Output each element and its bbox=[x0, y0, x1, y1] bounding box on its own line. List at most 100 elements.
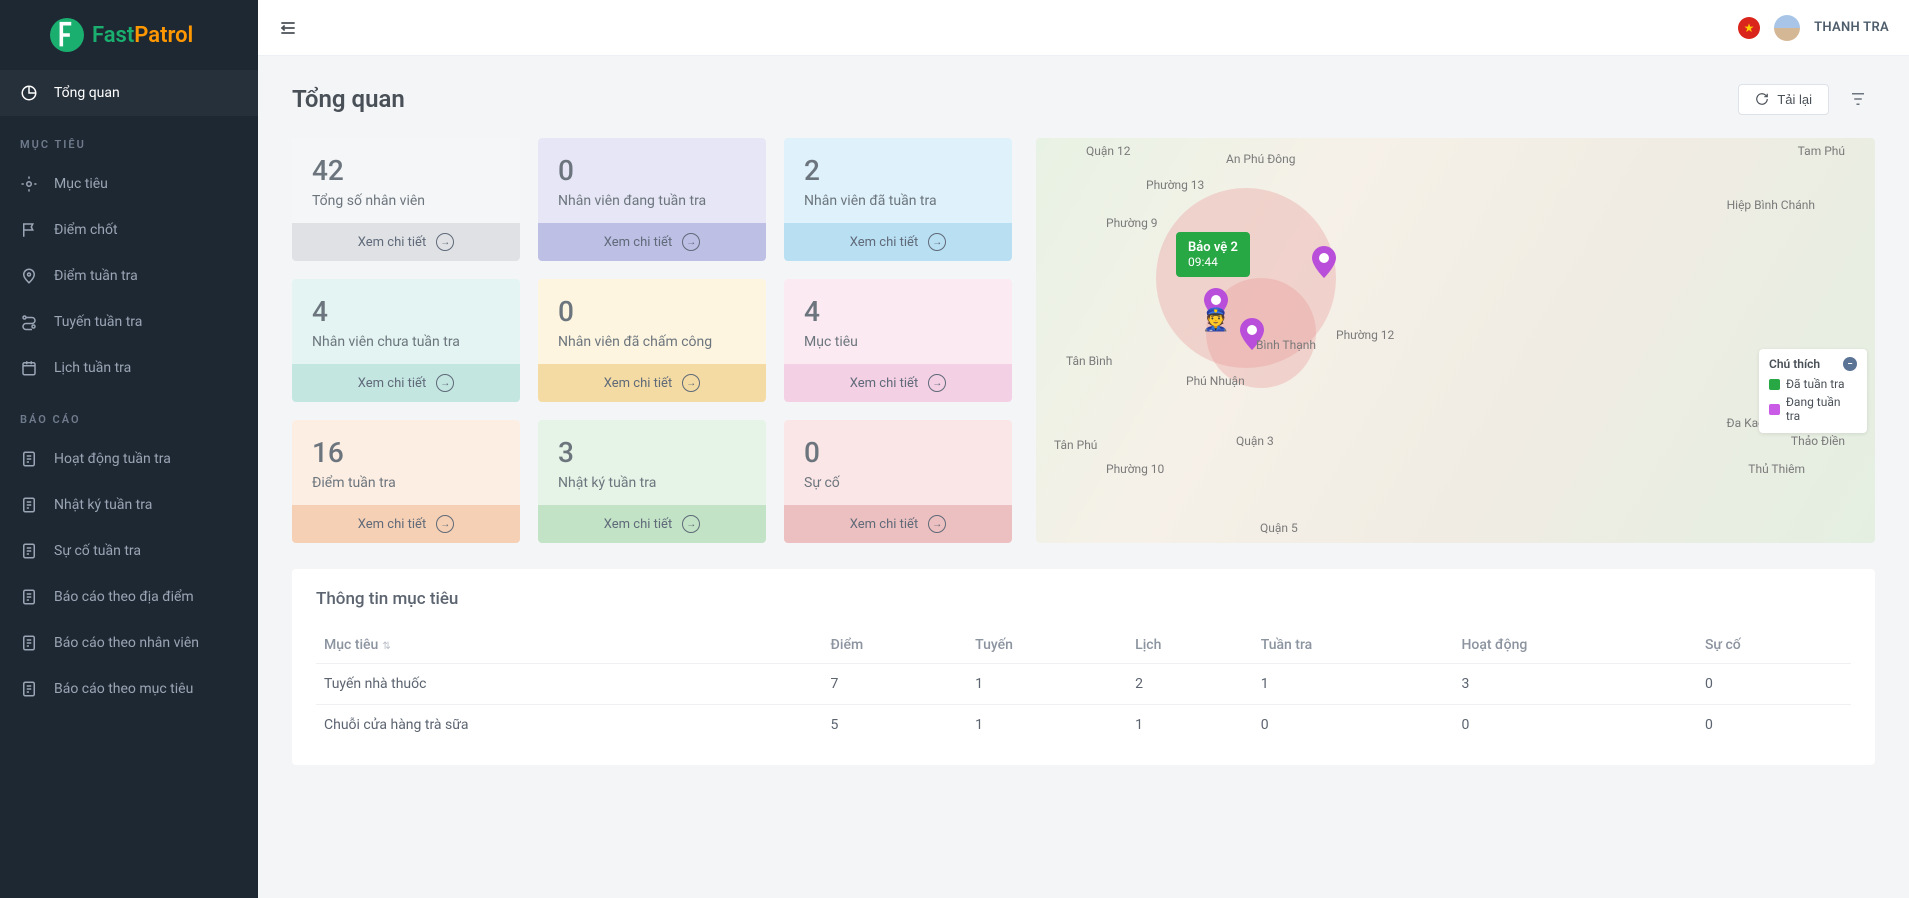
target-icon bbox=[20, 175, 38, 193]
locale-flag-icon[interactable]: ★ bbox=[1738, 17, 1760, 39]
table-cell: 0 bbox=[1253, 705, 1454, 746]
stat-detail-button[interactable]: Xem chi tiết→ bbox=[784, 223, 1012, 261]
report-icon bbox=[20, 542, 38, 560]
menu-toggle-icon[interactable] bbox=[278, 17, 300, 39]
brand-patrol: Patrol bbox=[134, 23, 193, 48]
stat-card: 0 Nhân viên đang tuần tra Xem chi tiết→ bbox=[538, 138, 766, 261]
stat-label: Mục tiêu bbox=[804, 334, 992, 350]
legend-collapse-icon[interactable]: − bbox=[1843, 357, 1857, 371]
nav-label: Lịch tuần tra bbox=[54, 360, 131, 376]
stat-label: Điểm tuần tra bbox=[312, 475, 500, 491]
nav-bcnhanvien[interactable]: Báo cáo theo nhân viên bbox=[0, 620, 258, 666]
section-title-reports: BÁO CÁO bbox=[0, 391, 258, 436]
targets-table-panel: Thông tin mục tiêu Mục tiêu⇅ĐiểmTuyếnLịc… bbox=[292, 569, 1875, 765]
stat-label: Nhân viên đang tuần tra bbox=[558, 193, 746, 209]
nav-muctieu[interactable]: Mục tiêu bbox=[0, 161, 258, 207]
table-cell: 3 bbox=[1453, 664, 1696, 705]
stat-cta-label: Xem chi tiết bbox=[604, 517, 672, 532]
sidebar: FastPatrol Tổng quan MỤC TIÊU Mục tiêu Đ… bbox=[0, 0, 258, 898]
map-label: Bình Thạnh bbox=[1256, 338, 1316, 352]
table-cell: 5 bbox=[823, 705, 968, 746]
map-label: An Phú Đông bbox=[1226, 152, 1295, 166]
col-label: Tuyến bbox=[975, 637, 1013, 653]
brand-fast: Fast bbox=[92, 23, 134, 48]
stat-value: 4 bbox=[804, 295, 992, 328]
nav-label: Điểm chốt bbox=[54, 222, 118, 238]
nav-label: Báo cáo theo mục tiêu bbox=[54, 681, 193, 697]
nav-nhatky[interactable]: Nhật ký tuần tra bbox=[0, 482, 258, 528]
arrow-right-icon: → bbox=[928, 374, 946, 392]
map-label: Tam Phú bbox=[1798, 144, 1845, 158]
user-name[interactable]: THANH TRA bbox=[1814, 20, 1889, 35]
stat-card: 4Nhân viên chưa tuần traXem chi tiết→ bbox=[292, 279, 520, 402]
map-label: Thủ Thiêm bbox=[1748, 462, 1805, 476]
map-label: Quận 5 bbox=[1260, 521, 1298, 535]
stat-detail-button[interactable]: Xem chi tiết→ bbox=[784, 505, 1012, 543]
map-label: Tân Bình bbox=[1066, 354, 1112, 368]
nav-label: Nhật ký tuần tra bbox=[54, 497, 152, 513]
col-label: Lịch bbox=[1135, 637, 1161, 653]
stat-value: 4 bbox=[312, 295, 500, 328]
table-header[interactable]: Điểm bbox=[823, 627, 968, 664]
stat-value: 0 bbox=[558, 154, 746, 187]
brand-mark-icon bbox=[50, 18, 84, 52]
stat-detail-button[interactable]: Xem chi tiết→ bbox=[292, 364, 520, 402]
table-header[interactable]: Sự cố bbox=[1697, 627, 1851, 664]
stat-card: 4 Mục tiêu Xem chi tiết→ bbox=[784, 279, 1012, 402]
nav-label: Hoạt động tuần tra bbox=[54, 451, 171, 467]
pin-icon bbox=[20, 267, 38, 285]
arrow-right-icon: → bbox=[928, 515, 946, 533]
stat-value: 0 bbox=[804, 436, 992, 469]
nav-lichtuantra[interactable]: Lịch tuần tra bbox=[0, 345, 258, 391]
table-header[interactable]: Lịch bbox=[1127, 627, 1253, 664]
nav-hoatdong[interactable]: Hoạt động tuần tra bbox=[0, 436, 258, 482]
nav-diemtuantra[interactable]: Điểm tuần tra bbox=[0, 253, 258, 299]
table-header[interactable]: Hoạt động bbox=[1453, 627, 1696, 664]
route-icon bbox=[20, 313, 38, 331]
stat-detail-button[interactable]: Xem chi tiết→ bbox=[292, 223, 520, 261]
stat-detail-button[interactable]: Xem chi tiết→ bbox=[292, 505, 520, 543]
table-header[interactable]: Mục tiêu⇅ bbox=[316, 627, 823, 664]
stat-detail-button[interactable]: Xem chi tiết→ bbox=[784, 364, 1012, 402]
map-label: Quận 12 bbox=[1086, 144, 1131, 158]
reload-button[interactable]: Tải lại bbox=[1738, 84, 1829, 115]
stat-detail-button[interactable]: Xem chi tiết → bbox=[538, 364, 766, 402]
map-tooltip: Bảo vệ 2 09:44 bbox=[1176, 232, 1250, 277]
reload-label: Tải lại bbox=[1777, 92, 1812, 107]
col-label: Hoạt động bbox=[1461, 637, 1527, 653]
nav-overview[interactable]: Tổng quan bbox=[0, 70, 258, 116]
table-row[interactable]: Chuỗi cửa hàng trà sữa511000 bbox=[316, 705, 1851, 746]
stat-cta-label: Xem chi tiết bbox=[604, 235, 672, 250]
filter-button[interactable] bbox=[1841, 82, 1875, 116]
col-label: Điểm bbox=[831, 637, 864, 653]
map-label: Tân Phú bbox=[1054, 438, 1097, 452]
nav-bcmuctieu[interactable]: Báo cáo theo mục tiêu bbox=[0, 666, 258, 712]
filter-icon bbox=[1849, 90, 1867, 108]
stat-value: 0 bbox=[558, 295, 746, 328]
table-header[interactable]: Tuyến bbox=[967, 627, 1127, 664]
calendar-icon bbox=[20, 359, 38, 377]
stat-detail-button[interactable]: Xem chi tiết→ bbox=[538, 223, 766, 261]
stat-cta-label: Xem chi tiết bbox=[604, 376, 672, 391]
nav-tuyentuantra[interactable]: Tuyến tuần tra bbox=[0, 299, 258, 345]
avatar[interactable] bbox=[1774, 15, 1800, 41]
arrow-right-icon: → bbox=[682, 374, 700, 392]
map-label: Hiệp Bình Chánh bbox=[1727, 198, 1815, 212]
nav-label: Mục tiêu bbox=[54, 176, 108, 192]
stat-card: 16Điểm tuần traXem chi tiết→ bbox=[292, 420, 520, 543]
legend-swatch-doing bbox=[1769, 404, 1780, 415]
map-pin-icon[interactable] bbox=[1312, 246, 1336, 278]
stat-card: 2Nhân viên đã tuần traXem chi tiết→ bbox=[784, 138, 1012, 261]
map-label: Phường 9 bbox=[1106, 216, 1158, 230]
table-row[interactable]: Tuyến nhà thuốc712130 bbox=[316, 664, 1851, 705]
nav-suco[interactable]: Sự cố tuần tra bbox=[0, 528, 258, 574]
nav-diemchot[interactable]: Điểm chốt bbox=[0, 207, 258, 253]
map[interactable]: Bảo vệ 2 09:44 👮 Quận 12 An Phú Đông Tam… bbox=[1036, 138, 1875, 543]
stat-detail-button[interactable]: Xem chi tiết→ bbox=[538, 505, 766, 543]
brand-logo[interactable]: FastPatrol bbox=[0, 0, 258, 70]
stat-cta-label: Xem chi tiết bbox=[358, 376, 426, 391]
flag-icon bbox=[20, 221, 38, 239]
map-label: Quận 3 bbox=[1236, 434, 1274, 448]
nav-bcdiadiem[interactable]: Báo cáo theo địa điểm bbox=[0, 574, 258, 620]
table-header[interactable]: Tuần tra bbox=[1253, 627, 1454, 664]
